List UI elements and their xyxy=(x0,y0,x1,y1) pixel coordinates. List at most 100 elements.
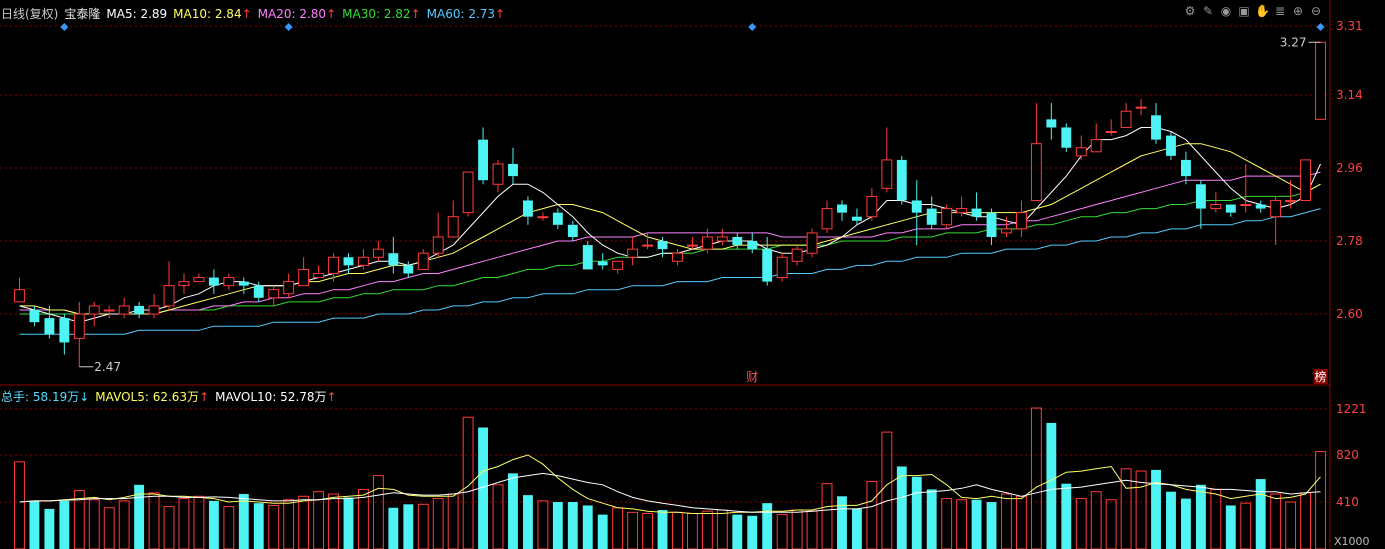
volume-bar xyxy=(1255,479,1266,549)
high-price-label: 3.27 xyxy=(1280,35,1307,49)
volume-bar xyxy=(851,508,862,549)
candle-body xyxy=(29,309,40,323)
volume-bar xyxy=(432,498,444,549)
candle-body xyxy=(762,249,773,282)
y-tick-label: 2.60 xyxy=(1336,307,1363,321)
volume-bar xyxy=(627,511,639,549)
volume-bar xyxy=(223,506,235,549)
vol-legend-item: MAVOL5: 62.63万↑ xyxy=(95,390,210,404)
volume-bar xyxy=(298,495,310,549)
volume-bar xyxy=(417,503,429,549)
volume-bar xyxy=(14,461,25,549)
volume-bar xyxy=(657,510,668,549)
zoom-out-icon[interactable]: ⊖ xyxy=(1309,4,1323,18)
candle-body xyxy=(911,200,922,213)
candle-body xyxy=(193,277,205,283)
candle-body xyxy=(268,289,280,299)
event-diamond-icon xyxy=(1316,23,1325,31)
ma10-line xyxy=(19,143,1321,315)
volume-bar xyxy=(642,512,654,549)
candle-body xyxy=(1120,110,1132,128)
finance-marker: 财 xyxy=(746,370,758,384)
candle-body xyxy=(1180,159,1191,177)
candle-body xyxy=(821,208,833,230)
volume-bar xyxy=(163,506,175,549)
stack-icon[interactable]: ≣ xyxy=(1273,4,1287,18)
volume-bar xyxy=(1061,483,1072,549)
candle-body xyxy=(1240,204,1252,207)
kline-header: 日线(复权) 宝泰隆 MA5: 2.89 MA10: 2.84↑ MA20: 2.80↑… xyxy=(1,5,517,22)
candle-body xyxy=(896,159,907,201)
volume-bar xyxy=(44,508,55,549)
candle-body xyxy=(941,208,953,226)
candle-body xyxy=(208,277,219,286)
candle-body xyxy=(1285,199,1297,202)
volume-bar xyxy=(103,507,115,549)
volume-bar xyxy=(1195,484,1206,549)
eye-icon[interactable]: ◉ xyxy=(1219,4,1233,18)
volume-bar xyxy=(537,500,549,549)
low-price-label: 2.47 xyxy=(94,360,121,374)
candle-body xyxy=(851,216,862,221)
trend-arrow: ↑ xyxy=(410,7,421,21)
stock-name: 宝泰隆 xyxy=(64,7,101,21)
trend-arrow: ↓ xyxy=(79,390,90,404)
volume-bar xyxy=(881,431,893,549)
volume-bar xyxy=(701,510,713,549)
candle-body xyxy=(537,216,549,219)
ma-legend-item: MA10: 2.84↑ xyxy=(173,7,252,21)
candle-body xyxy=(1255,204,1266,209)
volume-bar xyxy=(762,503,773,549)
event-diamond-icon xyxy=(60,23,69,31)
candle-body xyxy=(971,208,982,217)
candle-body xyxy=(478,139,489,181)
candle-body xyxy=(926,208,937,225)
candle-body xyxy=(492,163,504,185)
settings-icon[interactable]: ⚙ xyxy=(1183,4,1197,18)
period-label[interactable]: 日线(复权) xyxy=(1,7,58,21)
candle-body xyxy=(253,285,264,298)
lock-icon[interactable]: ▣ xyxy=(1237,4,1251,18)
candle-body xyxy=(1210,204,1222,210)
brush-icon[interactable]: ✎ xyxy=(1201,4,1215,18)
volume-bar xyxy=(238,493,249,549)
candle-body xyxy=(134,305,145,315)
volume-bar xyxy=(118,500,130,549)
vol-tick-label: 410 xyxy=(1336,495,1359,509)
volume-bar xyxy=(866,480,878,549)
volume-bar xyxy=(1180,498,1191,549)
ma5-line xyxy=(19,127,1321,323)
candle-body xyxy=(163,285,175,307)
zoom-in-icon[interactable]: ⊕ xyxy=(1291,4,1305,18)
ma-legend: MA5: 2.89 MA10: 2.84↑ MA20: 2.80↑ MA30: 2.8… xyxy=(106,7,511,21)
candle-body xyxy=(642,244,654,247)
candle-body xyxy=(791,248,803,262)
candle-body xyxy=(88,305,100,315)
candle-body xyxy=(1090,139,1102,153)
candle-body xyxy=(701,236,713,250)
volume-bar xyxy=(1210,488,1222,549)
hand-icon[interactable]: ✋ xyxy=(1255,4,1270,18)
candle-body xyxy=(567,224,578,237)
candle-body xyxy=(1015,212,1027,230)
volume-bar xyxy=(253,503,264,549)
volume-bar xyxy=(403,504,414,549)
candle-body xyxy=(1195,184,1206,209)
volume-bar xyxy=(178,498,190,549)
candle-body xyxy=(403,265,414,274)
volume-bar xyxy=(716,509,728,549)
candle-body xyxy=(866,195,878,218)
event-diamond-icon xyxy=(284,23,293,31)
candle-body xyxy=(1300,159,1312,201)
ma30-line xyxy=(19,183,1321,315)
candle-body xyxy=(1001,228,1012,234)
candle-body xyxy=(881,159,893,189)
candle-body xyxy=(1075,147,1087,157)
volume-bar xyxy=(388,507,399,549)
ma-legend-item: MA60: 2.73↑ xyxy=(426,7,506,21)
candle-body xyxy=(716,236,728,242)
stock-chart[interactable]: 3.31 3.14 2.96 2.78 2.60 1221 820 410 X1000 2.47 3… xyxy=(0,0,1385,549)
candle-body xyxy=(627,248,639,258)
volume-bar xyxy=(686,512,698,549)
candle-body xyxy=(776,256,788,279)
